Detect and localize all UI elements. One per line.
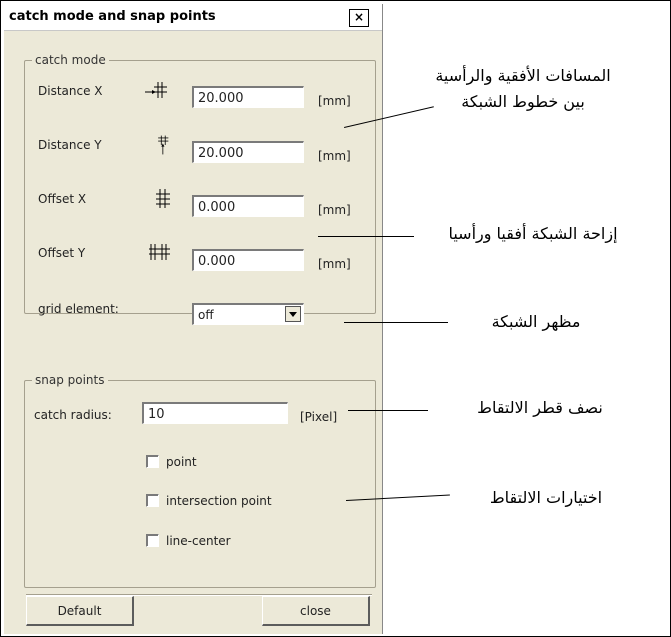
distance-x-label: Distance X <box>38 84 103 98</box>
annotation-snap-options: اختيارات الالتقاط <box>489 488 603 507</box>
offset-x-unit: [mm] <box>318 203 351 217</box>
point-checkbox[interactable] <box>146 455 159 468</box>
catch-radius-label: catch radius: <box>34 408 112 422</box>
grid-element-label: grid element: <box>38 302 119 316</box>
catch-mode-dialog: catch mode and snap points × catch mode … <box>4 4 383 634</box>
grid-element-select[interactable]: off <box>192 303 304 325</box>
catch-mode-legend: catch mode <box>32 53 109 67</box>
intersection-point-checkbox[interactable] <box>146 494 159 507</box>
offset-y-icon <box>149 244 170 260</box>
distance-x-icon <box>145 82 167 98</box>
offset-x-label: Offset X <box>38 192 87 206</box>
distance-y-input[interactable]: 20.000 <box>192 141 304 163</box>
point-checkbox-label[interactable]: point <box>166 455 197 469</box>
distance-y-label: Distance Y <box>38 138 102 152</box>
annotation-distances-line1: المسافات الأفقية والرأسية <box>435 66 611 85</box>
default-button[interactable]: Default <box>26 596 134 626</box>
catch-radius-unit: [Pixel] <box>300 410 338 424</box>
close-button[interactable]: close <box>262 596 370 626</box>
intersection-point-checkbox-label[interactable]: intersection point <box>166 494 272 508</box>
line-center-checkbox-label[interactable]: line-center <box>166 534 231 548</box>
offset-y-label: Offset Y <box>38 246 86 260</box>
offset-y-unit: [mm] <box>318 257 351 271</box>
annotation-grid-appearance: مظهر الشبكة <box>491 312 581 331</box>
line-center-checkbox[interactable] <box>146 534 159 547</box>
annotation-catch-radius: نصف قطر الالتقاط <box>477 398 603 417</box>
offset-x-input[interactable]: 0.000 <box>192 195 304 217</box>
annotation-offset: إزاحة الشبكة أفقيا ورأسيا <box>448 224 618 243</box>
distance-y-icon <box>158 135 169 155</box>
catch-radius-input[interactable]: 10 <box>142 402 288 424</box>
grid-element-value: off <box>198 308 214 322</box>
offset-y-input[interactable]: 0.000 <box>192 249 304 271</box>
close-icon[interactable]: × <box>349 9 369 27</box>
dialog-title: catch mode and snap points <box>9 9 216 24</box>
distance-y-unit: [mm] <box>318 149 351 163</box>
chevron-down-icon[interactable] <box>285 306 301 322</box>
title-bar: catch mode and snap points × <box>4 4 382 31</box>
leader-line-catch-radius <box>348 410 428 411</box>
annotation-distances-line2: بين خطوط الشبكة <box>461 92 585 111</box>
leader-line-grid <box>344 322 448 323</box>
offset-x-icon <box>156 189 170 208</box>
distance-x-unit: [mm] <box>318 94 351 108</box>
snap-points-legend: snap points <box>32 373 108 387</box>
leader-line-offset <box>318 236 414 237</box>
distance-x-input[interactable]: 20.000 <box>192 86 304 108</box>
